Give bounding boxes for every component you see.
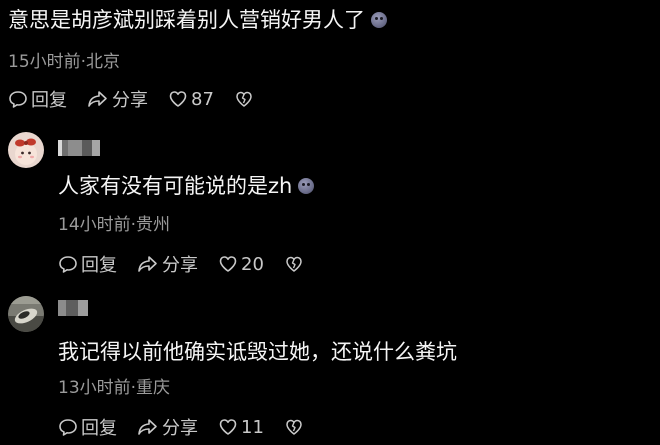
- comment-1-text-row: 意思是胡彦斌别踩着别人营销好男人了: [8, 6, 387, 34]
- speech-bubble-icon: [59, 256, 77, 273]
- share-label: 分享: [162, 255, 198, 276]
- share-button[interactable]: 分享: [87, 86, 148, 112]
- speech-bubble-icon: [59, 419, 77, 436]
- reply-label: 回复: [81, 418, 117, 439]
- username-redacted[interactable]: [58, 140, 100, 156]
- comment-2-text-row: 人家有没有可能说的是zh: [58, 172, 315, 200]
- dislike-button[interactable]: [284, 417, 307, 437]
- like-button[interactable]: 20: [218, 254, 264, 275]
- share-arrow-icon: [138, 256, 157, 272]
- heart-icon: [219, 419, 237, 435]
- reply-button[interactable]: 回复: [58, 251, 117, 277]
- like-count: 20: [241, 253, 264, 275]
- comment-3-actions: 回复 分享 11: [58, 414, 327, 440]
- comment-2-actions: 回复 分享 20: [58, 251, 327, 277]
- comment-1-actions: 回复 分享 87: [8, 86, 277, 112]
- avatar[interactable]: [8, 296, 44, 332]
- comment-text: 我记得以前他确实诋毁过她，还说什么粪坑: [58, 340, 457, 364]
- share-arrow-icon: [138, 419, 157, 435]
- comment-3-meta: 13小时前·重庆: [58, 378, 171, 398]
- comment-2-meta: 14小时前·贵州: [58, 215, 171, 235]
- heart-icon: [169, 91, 187, 107]
- reply-button[interactable]: 回复: [8, 86, 67, 112]
- username-redacted[interactable]: [58, 300, 88, 316]
- like-button[interactable]: 11: [218, 417, 264, 438]
- share-button[interactable]: 分享: [137, 251, 198, 277]
- sticker-emoji-icon: [371, 12, 387, 28]
- comment-1: 意思是胡彦斌别踩着别人营销好男人了: [8, 6, 387, 34]
- sticker-emoji-icon: [298, 178, 315, 194]
- comment-text: 人家有没有可能说的是zh: [58, 174, 293, 198]
- speech-bubble-icon: [9, 91, 27, 108]
- avatar-image: [8, 132, 44, 168]
- broken-heart-icon: [236, 91, 252, 107]
- broken-heart-icon: [286, 419, 302, 435]
- like-button[interactable]: 87: [168, 89, 214, 110]
- dislike-button[interactable]: [284, 254, 307, 274]
- broken-heart-icon: [286, 256, 302, 272]
- like-count: 11: [241, 416, 264, 438]
- avatar-image: [8, 296, 44, 332]
- share-arrow-icon: [88, 91, 107, 107]
- comment-text: 意思是胡彦斌别踩着别人营销好男人了: [8, 8, 365, 32]
- reply-label: 回复: [31, 90, 67, 111]
- heart-icon: [219, 256, 237, 272]
- like-count: 87: [191, 88, 214, 110]
- reply-label: 回复: [81, 255, 117, 276]
- dislike-button[interactable]: [234, 89, 257, 109]
- avatar[interactable]: [8, 132, 44, 168]
- share-label: 分享: [112, 90, 148, 111]
- share-button[interactable]: 分享: [137, 414, 198, 440]
- comment-1-meta: 15小时前·北京: [8, 52, 121, 72]
- comment-3-text-row: 我记得以前他确实诋毁过她，还说什么粪坑: [58, 338, 457, 366]
- share-label: 分享: [162, 418, 198, 439]
- reply-button[interactable]: 回复: [58, 414, 117, 440]
